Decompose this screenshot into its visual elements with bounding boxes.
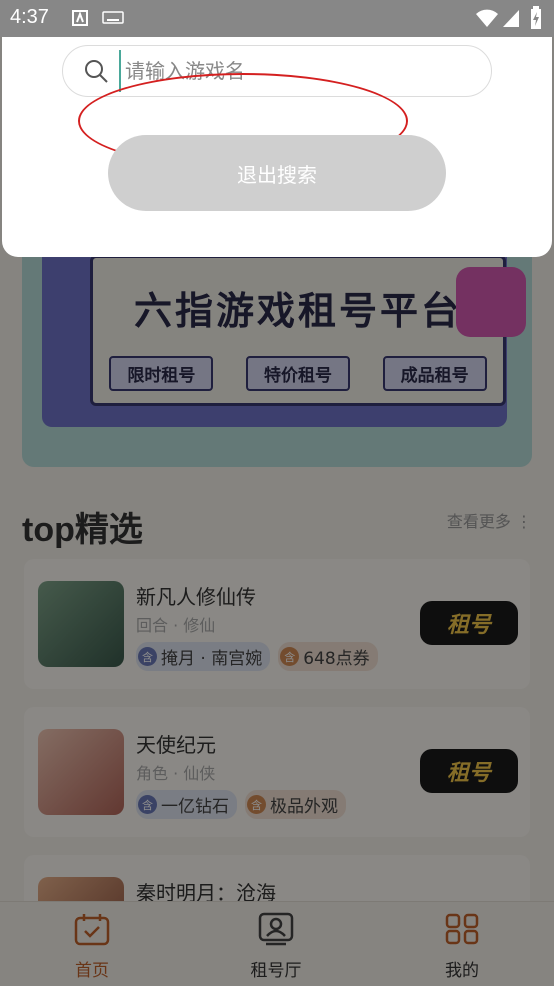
search-panel: 退出搜索 bbox=[2, 37, 552, 257]
status-time: 4:37 bbox=[10, 6, 49, 28]
notification-a-icon bbox=[72, 10, 88, 26]
exit-search-button[interactable]: 退出搜索 bbox=[108, 135, 446, 211]
search-icon bbox=[85, 60, 108, 83]
battery-icon bbox=[531, 6, 541, 29]
keyboard-icon bbox=[102, 11, 124, 24]
signal-icon bbox=[503, 10, 519, 27]
wifi-icon bbox=[476, 9, 498, 27]
status-bar: 4:37 bbox=[0, 0, 554, 37]
